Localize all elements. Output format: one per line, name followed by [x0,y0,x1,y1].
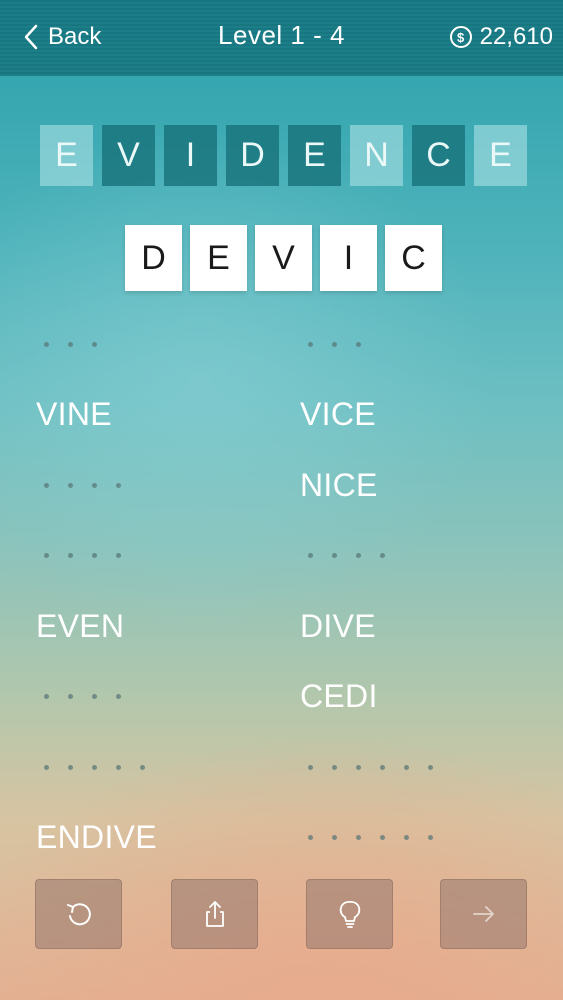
undo-button[interactable] [35,879,122,949]
hidden-word-slot [36,747,145,787]
current-guess: DEVIC [125,225,442,291]
letter-placeholder-dot [428,764,433,770]
found-word: DIVE [300,607,376,644]
hidden-word-slot [36,465,121,505]
letter-placeholder-dot [68,341,73,347]
found-word: VICE [300,395,376,432]
letter-placeholder-dot [308,341,313,347]
hidden-word-slot [36,324,97,364]
found-word: ENDIVE [36,818,157,855]
letter-placeholder-dot [140,764,145,770]
found-word: VINE [36,395,112,432]
letter-placeholder-dot [116,693,121,699]
letter-placeholder-dot [404,764,409,770]
share-icon [205,901,224,927]
letter-placeholder-dot [380,764,385,770]
letter-placeholder-dot [356,834,361,840]
source-letter-tile[interactable]: E [40,125,93,186]
hidden-word-slot [300,817,433,857]
letter-placeholder-dot [68,482,73,488]
found-word: EVEN [36,607,125,644]
hidden-word-slot [300,747,433,787]
coin-count: 22,610 [479,23,553,50]
letter-placeholder-dot [92,552,97,558]
letter-placeholder-dot [44,341,49,347]
hidden-word-slot [36,676,121,716]
letter-placeholder-dot [44,552,49,558]
guess-letter-tile[interactable]: I [320,225,377,291]
letter-placeholder-dot [380,834,385,840]
source-letter-tile[interactable]: V [102,125,155,186]
source-word: EVIDENCE [40,125,527,186]
top-bar: Back Level 1 - 4 $ 22,610 [0,0,563,76]
letter-placeholder-dot [116,764,121,770]
guess-letter-tile[interactable]: C [385,225,442,291]
letter-placeholder-dot [92,764,97,770]
lightbulb-icon [339,901,360,928]
letter-placeholder-dot [116,552,121,558]
undo-icon [66,903,91,926]
letter-placeholder-dot [308,834,313,840]
letter-placeholder-dot [308,552,313,558]
source-letter-tile[interactable]: N [350,125,403,186]
letter-placeholder-dot [68,693,73,699]
letter-placeholder-dot [332,341,337,347]
source-letter-tile[interactable]: D [226,125,279,186]
guess-letter-tile[interactable]: V [255,225,312,291]
letter-placeholder-dot [428,834,433,840]
next-button[interactable] [440,879,527,949]
letter-placeholder-dot [332,764,337,770]
letter-placeholder-dot [356,552,361,558]
letter-placeholder-dot [356,341,361,347]
found-word: NICE [300,466,378,503]
guess-letter-tile[interactable]: D [125,225,182,291]
source-letter-tile[interactable]: E [474,125,527,186]
letter-placeholder-dot [68,764,73,770]
letter-placeholder-dot [44,693,49,699]
letter-placeholder-dot [356,764,361,770]
arrow-right-icon [472,906,494,922]
coin-icon: $ [449,26,472,48]
share-button[interactable] [171,879,258,949]
source-letter-tile[interactable]: C [412,125,465,186]
letter-placeholder-dot [308,764,313,770]
letter-placeholder-dot [92,693,97,699]
letter-placeholder-dot [380,552,385,558]
found-word: CEDI [300,677,378,714]
source-letter-tile[interactable]: E [288,125,341,186]
hidden-word-slot [300,535,385,575]
letter-placeholder-dot [44,764,49,770]
letter-placeholder-dot [68,552,73,558]
hint-button[interactable] [306,879,393,949]
hidden-word-slot [300,324,361,364]
letter-placeholder-dot [332,834,337,840]
letter-placeholder-dot [92,482,97,488]
guess-letter-tile[interactable]: E [190,225,247,291]
letter-placeholder-dot [332,552,337,558]
letter-placeholder-dot [116,482,121,488]
source-letter-tile[interactable]: I [164,125,217,186]
letter-placeholder-dot [44,482,49,488]
coin-balance: $ 22,610 [449,20,553,54]
letter-placeholder-dot [404,834,409,840]
letter-placeholder-dot [92,341,97,347]
hidden-word-slot [36,535,121,575]
